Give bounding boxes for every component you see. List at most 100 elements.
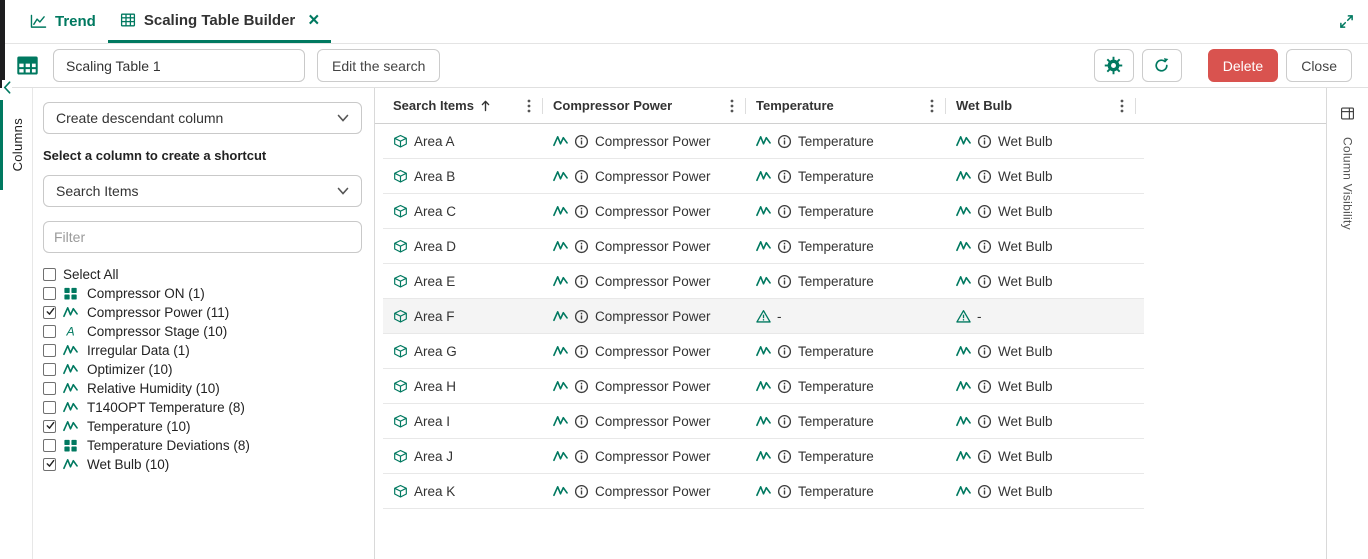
info-icon[interactable] <box>574 344 589 359</box>
refresh-button[interactable] <box>1142 49 1182 82</box>
checkbox[interactable] <box>43 268 56 281</box>
info-icon[interactable] <box>574 309 589 324</box>
collapse-panel-icon[interactable] <box>2 80 12 95</box>
signal-icon <box>553 134 568 149</box>
info-icon[interactable] <box>777 169 792 184</box>
tab-columns[interactable]: Columns <box>0 100 32 190</box>
info-icon[interactable] <box>977 414 992 429</box>
info-icon[interactable] <box>777 239 792 254</box>
info-icon[interactable] <box>574 274 589 289</box>
info-icon[interactable] <box>777 484 792 499</box>
column-header-wet-bulb[interactable]: Wet Bulb <box>946 88 1136 123</box>
create-descendant-dropdown[interactable]: Create descendant column <box>43 102 362 134</box>
checkbox[interactable] <box>43 458 56 471</box>
info-icon[interactable] <box>777 204 792 219</box>
table-row[interactable]: Area BCompressor PowerTemperatureWet Bul… <box>383 159 1144 194</box>
info-icon[interactable] <box>574 484 589 499</box>
info-icon[interactable] <box>777 379 792 394</box>
table-row[interactable]: Area ACompressor PowerTemperatureWet Bul… <box>383 124 1144 159</box>
checkbox[interactable] <box>43 287 56 300</box>
checkbox[interactable] <box>43 439 56 452</box>
column-visibility-icon[interactable] <box>1340 106 1355 121</box>
column-menu-icon[interactable] <box>1114 98 1130 114</box>
table-row[interactable]: Area CCompressor PowerTemperatureWet Bul… <box>383 194 1144 229</box>
column-option-wet-bulb-10[interactable]: Wet Bulb (10) <box>43 455 362 474</box>
info-icon[interactable] <box>777 134 792 149</box>
table-row[interactable]: Area JCompressor PowerTemperatureWet Bul… <box>383 439 1144 474</box>
cell-label: Wet Bulb <box>998 274 1053 289</box>
info-icon[interactable] <box>977 379 992 394</box>
info-icon[interactable] <box>977 274 992 289</box>
table-cell: Wet Bulb <box>946 194 1136 228</box>
refresh-icon <box>1153 57 1170 74</box>
info-icon[interactable] <box>574 414 589 429</box>
column-option-temperature-10[interactable]: Temperature (10) <box>43 417 362 436</box>
settings-button[interactable] <box>1094 49 1134 82</box>
asset-icon <box>393 449 408 464</box>
table-row[interactable]: Area GCompressor PowerTemperatureWet Bul… <box>383 334 1144 369</box>
column-option-optimizer-10[interactable]: Optimizer (10) <box>43 360 362 379</box>
asset-icon <box>393 274 408 289</box>
info-icon[interactable] <box>574 204 589 219</box>
column-option-irregular-data-1[interactable]: Irregular Data (1) <box>43 341 362 360</box>
column-option-relative-humidity-10[interactable]: Relative Humidity (10) <box>43 379 362 398</box>
info-icon[interactable] <box>977 239 992 254</box>
info-icon[interactable] <box>977 484 992 499</box>
toolbar: Edit the search Delete Close <box>0 44 1368 88</box>
checkbox[interactable] <box>43 344 56 357</box>
info-icon[interactable] <box>777 414 792 429</box>
checkbox[interactable] <box>43 363 56 376</box>
tab-trend[interactable]: Trend <box>18 0 108 43</box>
sort-asc-icon[interactable] <box>480 99 491 112</box>
info-icon[interactable] <box>777 274 792 289</box>
close-tab-icon[interactable]: × <box>308 11 319 30</box>
delete-button[interactable]: Delete <box>1208 49 1278 82</box>
column-option-compressor-on-1[interactable]: Compressor ON (1) <box>43 284 362 303</box>
column-option-compressor-stage-10[interactable]: ACompressor Stage (10) <box>43 322 362 341</box>
column-menu-icon[interactable] <box>724 98 740 114</box>
column-option-label: Compressor ON (1) <box>87 286 205 301</box>
column-header-search-items[interactable]: Search Items <box>383 88 543 123</box>
columns-panel: Columns Create descendant column Select … <box>0 88 375 559</box>
info-icon[interactable] <box>977 134 992 149</box>
checkbox[interactable] <box>43 420 56 433</box>
column-option-compressor-power-11[interactable]: Compressor Power (11) <box>43 303 362 322</box>
edit-search-button[interactable]: Edit the search <box>317 49 440 82</box>
column-option-temperature-deviations-8[interactable]: Temperature Deviations (8) <box>43 436 362 455</box>
column-option-t140opt-temperature-8[interactable]: T140OPT Temperature (8) <box>43 398 362 417</box>
info-icon[interactable] <box>977 169 992 184</box>
column-menu-icon[interactable] <box>521 98 537 114</box>
info-icon[interactable] <box>574 239 589 254</box>
filter-input[interactable] <box>43 221 362 253</box>
column-source-dropdown[interactable]: Search Items <box>43 175 362 207</box>
table-row[interactable]: Area FCompressor Power-- <box>383 299 1144 334</box>
close-button[interactable]: Close <box>1286 49 1352 82</box>
select-all-checkbox[interactable]: Select All <box>43 265 362 284</box>
info-icon[interactable] <box>977 204 992 219</box>
info-icon[interactable] <box>977 449 992 464</box>
info-icon[interactable] <box>574 134 589 149</box>
table-row[interactable]: Area HCompressor PowerTemperatureWet Bul… <box>383 369 1144 404</box>
info-icon[interactable] <box>574 449 589 464</box>
checkbox[interactable] <box>43 401 56 414</box>
checkbox[interactable] <box>43 325 56 338</box>
table-name-input[interactable] <box>53 49 305 82</box>
checkbox[interactable] <box>43 306 56 319</box>
info-icon[interactable] <box>574 169 589 184</box>
expand-icon[interactable] <box>1339 14 1354 29</box>
column-header-label: Search Items <box>393 98 474 113</box>
info-icon[interactable] <box>977 344 992 359</box>
info-icon[interactable] <box>574 379 589 394</box>
table-row[interactable]: Area DCompressor PowerTemperatureWet Bul… <box>383 229 1144 264</box>
column-header-compressor-power[interactable]: Compressor Power <box>543 88 746 123</box>
column-header-temperature[interactable]: Temperature <box>746 88 946 123</box>
table-row[interactable]: Area ICompressor PowerTemperatureWet Bul… <box>383 404 1144 439</box>
column-menu-icon[interactable] <box>924 98 940 114</box>
tab-scaling-table-builder[interactable]: Scaling Table Builder × <box>108 0 332 43</box>
info-icon[interactable] <box>777 449 792 464</box>
table-cell: Temperature <box>746 159 946 193</box>
checkbox[interactable] <box>43 382 56 395</box>
table-row[interactable]: Area ECompressor PowerTemperatureWet Bul… <box>383 264 1144 299</box>
info-icon[interactable] <box>777 344 792 359</box>
table-row[interactable]: Area KCompressor PowerTemperatureWet Bul… <box>383 474 1144 509</box>
